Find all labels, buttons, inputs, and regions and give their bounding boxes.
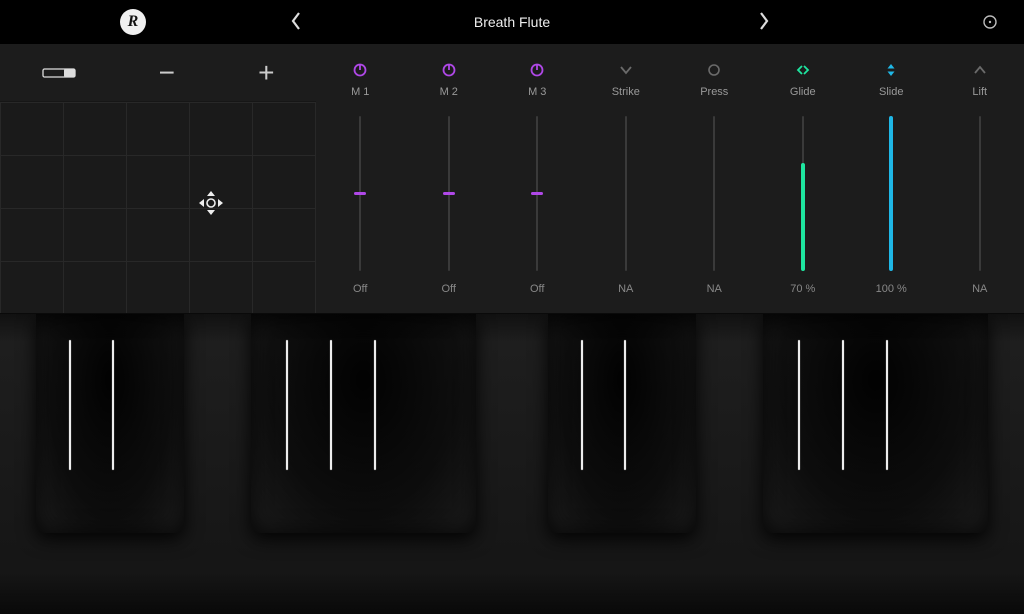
black-key-marker — [286, 340, 288, 470]
slider-fill — [801, 163, 805, 272]
slider-track[interactable] — [890, 116, 892, 271]
slider-track[interactable] — [448, 116, 450, 271]
slider-m3[interactable]: M 3 Off — [493, 44, 582, 313]
next-preset-button[interactable] — [756, 10, 772, 37]
slider-area: M 1 Off M 2 Off M 3 Off Strike NA Press … — [316, 44, 1024, 313]
knob-icon — [441, 58, 457, 82]
slider-track[interactable] — [536, 116, 538, 271]
black-key-marker — [886, 340, 888, 470]
keyboard[interactable] — [0, 314, 1024, 614]
black-key-group[interactable] — [251, 314, 476, 533]
slider-track[interactable] — [802, 116, 804, 271]
slide-icon — [883, 58, 899, 82]
tool-row: − + — [0, 44, 316, 102]
slider-label: Slide — [879, 86, 903, 98]
slider-value: Off — [353, 283, 367, 295]
slider-label: Lift — [972, 86, 987, 98]
slider-fill — [889, 116, 893, 271]
black-key-marker — [842, 340, 844, 470]
header-bar: R Breath Flute — [0, 0, 1024, 44]
black-key-group[interactable] — [36, 314, 184, 533]
slider-label: M 2 — [440, 86, 458, 98]
slider-value: NA — [972, 283, 987, 295]
slider-value: 70 % — [790, 283, 815, 295]
xy-cursor-icon — [190, 182, 232, 224]
slider-track[interactable] — [979, 116, 981, 271]
black-key-marker — [330, 340, 332, 470]
lift-icon — [972, 58, 988, 82]
slider-thumb — [354, 192, 366, 195]
black-key-marker — [112, 340, 114, 470]
slider-m1[interactable]: M 1 Off — [316, 44, 405, 313]
octave-down-button[interactable]: − — [159, 59, 175, 87]
roli-logo[interactable]: R — [120, 9, 146, 35]
slider-thumb — [443, 192, 455, 195]
black-key-marker — [69, 340, 71, 470]
left-column: − + — [0, 44, 316, 313]
prev-preset-button[interactable] — [288, 10, 304, 37]
black-key-marker — [624, 340, 626, 470]
press-icon — [706, 58, 722, 82]
slider-label: Glide — [790, 86, 816, 98]
slider-value: NA — [707, 283, 722, 295]
slider-strike[interactable]: Strike NA — [582, 44, 671, 313]
black-key-marker — [374, 340, 376, 470]
black-key-marker — [581, 340, 583, 470]
octave-up-button[interactable]: + — [258, 59, 274, 87]
slider-value: NA — [618, 283, 633, 295]
black-key-group[interactable] — [548, 314, 696, 533]
knob-icon — [529, 58, 545, 82]
slider-press[interactable]: Press NA — [670, 44, 759, 313]
black-key-marker — [798, 340, 800, 470]
slider-thumb — [531, 192, 543, 195]
xy-pad[interactable] — [0, 102, 316, 313]
control-panel: − + M 1 Off M 2 — [0, 44, 1024, 314]
app-root: R Breath Flute − + — [0, 0, 1024, 614]
preset-title: Breath Flute — [0, 14, 1024, 30]
slider-label: Press — [700, 86, 728, 98]
slider-value: Off — [442, 283, 456, 295]
slider-value: Off — [530, 283, 544, 295]
slider-label: M 1 — [351, 86, 369, 98]
slider-label: Strike — [612, 86, 640, 98]
glide-icon — [795, 58, 811, 82]
xy-grid — [0, 102, 316, 313]
slider-track[interactable] — [359, 116, 361, 271]
slider-track[interactable] — [625, 116, 627, 271]
slider-glide[interactable]: Glide 70 % — [759, 44, 848, 313]
slider-slide[interactable]: Slide 100 % — [847, 44, 936, 313]
slider-m2[interactable]: M 2 Off — [405, 44, 494, 313]
slider-value: 100 % — [876, 283, 907, 295]
knob-icon — [352, 58, 368, 82]
strike-icon — [618, 58, 634, 82]
device-icon[interactable] — [42, 63, 76, 83]
slider-lift[interactable]: Lift NA — [936, 44, 1024, 313]
more-options-button[interactable] — [982, 14, 998, 35]
black-key-group[interactable] — [763, 314, 988, 533]
slider-label: M 3 — [528, 86, 546, 98]
slider-track[interactable] — [713, 116, 715, 271]
